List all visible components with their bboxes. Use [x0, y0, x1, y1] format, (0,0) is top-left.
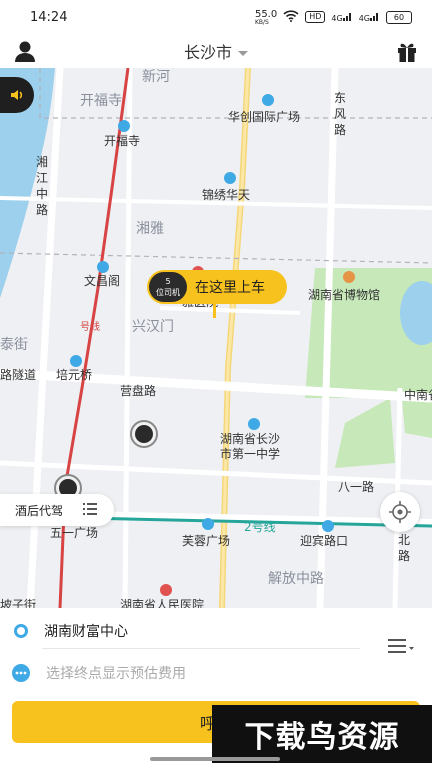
list-icon[interactable]	[83, 502, 98, 518]
origin-icon	[14, 624, 28, 638]
hospital-icon	[160, 584, 172, 596]
service-tab[interactable]: 酒后代驾	[0, 494, 114, 526]
map-label-huachuang: 华创国际广场	[228, 110, 301, 124]
map-label-xinhe: 新河	[142, 69, 170, 85]
user-icon[interactable]	[12, 38, 38, 64]
driver-count-badge: 5 位司机	[149, 272, 187, 302]
origin-text: 湖南财富中心	[44, 624, 128, 640]
menu-icon[interactable]	[388, 638, 414, 654]
top-bar: 长沙市	[0, 34, 432, 68]
driver-count: 5	[165, 277, 171, 286]
watermark: 下载鸟资源	[212, 705, 432, 763]
map-label-taiji: 泰街	[0, 337, 28, 353]
hd-badge: HD	[305, 11, 326, 23]
car-icon	[135, 425, 153, 443]
map-label-tunnel: 路隧道	[0, 368, 37, 382]
driver-count-label: 位司机	[156, 288, 180, 297]
school-icon	[248, 418, 260, 430]
map-label-museum: 湖南省博物馆	[308, 288, 381, 302]
map-label-dongfeng: 东风路	[334, 91, 347, 137]
map-label-furong: 芙蓉广场	[182, 534, 231, 548]
map-label-wuyi: 五一广场	[50, 526, 99, 540]
destination-placeholder: 选择终点显示预估费用	[46, 666, 186, 682]
map-label-people-hosp: 湖南省人民医院	[120, 598, 205, 608]
driver-marker[interactable]	[130, 420, 158, 448]
destination-row[interactable]: 选择终点显示预估费用	[0, 658, 432, 688]
net-speed-value: 55.0	[254, 8, 278, 20]
shop-icon	[224, 172, 236, 184]
pickup-label: 在这里上车	[195, 280, 265, 296]
map-view[interactable]: 新河 开福寺 开福寺 华创国际广场 东风路 湘江中路 锦绣华天 湘雅 文昌阁 中…	[0, 68, 432, 608]
map-label-yingpan: 营盘路	[120, 384, 157, 398]
map-label-line2: 2号线	[244, 520, 276, 534]
map-label-wenchangge: 文昌阁	[84, 274, 121, 288]
map-label-bozijie: 坡子街	[0, 598, 37, 608]
map-label-kaifusi-area: 开福寺	[80, 93, 122, 109]
service-tab-label: 酒后代驾	[15, 503, 64, 518]
map-label-xiangya: 湘雅	[136, 221, 164, 237]
battery-icon: 60	[386, 10, 412, 24]
wifi-icon	[283, 9, 299, 25]
gift-icon[interactable]	[394, 38, 420, 64]
map-label-kaifusi-stop: 开福寺	[104, 134, 141, 148]
home-indicator[interactable]	[150, 757, 280, 761]
map-label-peiyuan: 培元桥	[56, 368, 93, 382]
signal-2-icon: 4G	[359, 11, 380, 24]
map-label-nanhu: 中南省	[404, 388, 432, 402]
signal-1-label: 4G	[331, 13, 343, 23]
destination-icon	[12, 664, 30, 682]
speaker-icon	[11, 90, 23, 100]
metro-station-icon	[202, 518, 214, 530]
chevron-down-icon	[238, 51, 248, 56]
pickup-row[interactable]: 湖南财富中心	[0, 616, 432, 646]
building-icon	[262, 94, 274, 106]
map-label-jinxiu: 锦绣华天	[202, 188, 251, 202]
signal-1-icon: 4G	[331, 11, 352, 24]
map-label-xinghanmen: 兴汉门	[132, 319, 174, 335]
metro-station-icon	[118, 120, 130, 132]
map-label-xiangjiang: 湘江中路	[36, 155, 49, 217]
signal-2-label: 4G	[358, 13, 370, 23]
crosshair-icon	[389, 501, 411, 523]
net-speed: 55.0 KB/S	[255, 9, 277, 26]
divider	[42, 648, 360, 649]
pickup-marker[interactable]: 5 位司机 在这里上车	[147, 270, 287, 304]
status-bar: 14:24 55.0 KB/S HD 4G 4G 60	[0, 0, 432, 34]
city-name: 长沙市	[183, 43, 232, 62]
status-icons: 55.0 KB/S HD 4G 4G 60	[255, 9, 412, 26]
net-speed-unit: KB/S	[254, 18, 269, 26]
map-label-school: 湖南省长沙市第一中学	[220, 432, 281, 461]
map-label-line1: 号线	[80, 322, 100, 333]
locate-button[interactable]	[380, 492, 420, 532]
pickup-pin	[213, 304, 216, 318]
map-label-bayi: 八一路	[338, 480, 375, 494]
metro-station-icon	[322, 520, 334, 532]
city-selector[interactable]: 长沙市	[184, 39, 248, 63]
status-time: 14:24	[30, 9, 68, 25]
map-label-yingbin: 迎宾路口	[300, 534, 349, 548]
museum-icon	[343, 271, 355, 283]
map-label-jiefang: 解放中路	[268, 571, 324, 587]
